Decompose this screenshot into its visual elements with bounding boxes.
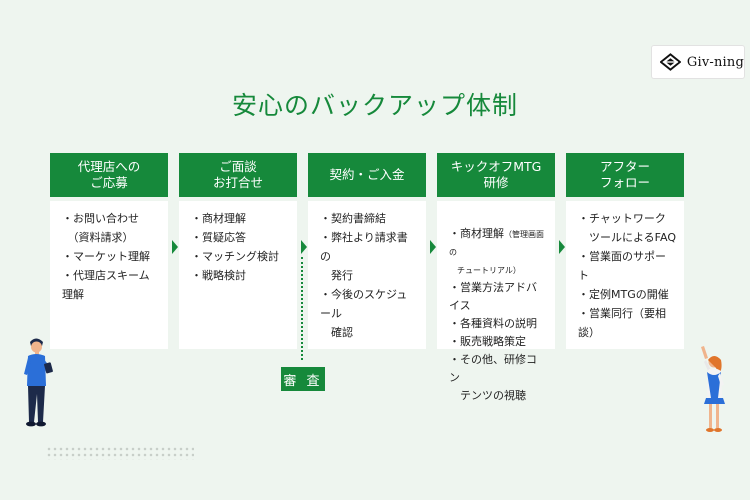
review-connector [301,257,303,360]
flow-steps: 代理店への ご応募 ・お問い合わせ （資料請求） ・マーケット理解 ・代理店スキ… [50,153,690,402]
list-item: ・商材理解（管理画面の チュートリアル） [449,207,547,279]
step-kickoff: キックオフMTG 研修 ・商材理解（管理画面の チュートリアル） ・営業方法アド… [437,153,555,402]
list-item: ・販売戦略策定 [449,335,526,348]
list-item: ・マッチング検討 [191,250,279,263]
list-item: ・営業方法アドバイス [449,281,537,312]
step-header: ご面談 お打合せ [179,153,297,197]
step-after-follow: アフター フォロー ・チャットワーク ツールによるFAQ ・営業面のサポート ・… [566,153,684,349]
arrow-right-icon [559,240,565,254]
woman-pointing-illustration [701,346,725,432]
step-body: ・商材理解 ・質疑応答 ・マッチング検討 ・戦略検討 [179,201,297,349]
review-badge: 審 査 [281,367,325,391]
step-header: 代理店への ご応募 [50,153,168,197]
logo-icon [660,53,681,71]
list-item: ・マーケット理解 [62,250,150,263]
step-application: 代理店への ご応募 ・お問い合わせ （資料請求） ・マーケット理解 ・代理店スキ… [50,153,168,349]
step-body: ・商材理解（管理画面の チュートリアル） ・営業方法アドバイス ・各種資料の説明… [437,201,555,402]
list-item: ・定例MTGの開催 [578,288,669,301]
company-logo: Giv-ning [652,46,744,78]
list-item: ・営業面のサポート [578,250,666,282]
list-item: ・営業同行（要相談） [578,307,666,339]
list-item: ・今後のスケジュール 確認 [320,288,408,339]
dot-pattern [46,446,194,460]
list-item: ・各種資料の説明 [449,317,537,330]
list-item: ・弊社より請求書の 発行 [320,231,408,282]
page-title: 安心のバックアップ体制 [231,91,518,120]
step-header: 契約・ご入金 [308,153,426,197]
list-item: ・その他、研修コン テンツの視聴 [449,353,537,402]
arrow-right-icon [172,240,178,254]
list-item: ・商材理解 [191,212,246,225]
list-item: ・お問い合わせ （資料請求） [62,212,139,244]
man-with-tablet-illustration [24,338,53,427]
logo-text: Giv-ning [686,54,744,70]
step-header: キックオフMTG 研修 [437,153,555,197]
step-body: ・お問い合わせ （資料請求） ・マーケット理解 ・代理店スキーム理解 [50,201,168,349]
step-contract: 契約・ご入金 ・契約書締結 ・弊社より請求書の 発行 ・今後のスケジュール 確認 [308,153,426,349]
step-meeting: ご面談 お打合せ ・商材理解 ・質疑応答 ・マッチング検討 ・戦略検討 [179,153,297,349]
step-header: アフター フォロー [566,153,684,197]
arrow-right-icon [301,240,307,254]
list-item: ・チャットワーク ツールによるFAQ [578,212,676,244]
step-body: ・チャットワーク ツールによるFAQ ・営業面のサポート ・定例MTGの開催 ・… [566,201,684,349]
list-item-text: ・商材理解 [449,227,504,240]
list-item: ・代理店スキーム理解 [62,269,150,301]
arrow-right-icon [430,240,436,254]
list-item: ・契約書締結 [320,212,386,225]
step-body: ・契約書締結 ・弊社より請求書の 発行 ・今後のスケジュール 確認 [308,201,426,349]
list-item: ・質疑応答 [191,231,246,244]
list-item: ・戦略検討 [191,269,246,282]
